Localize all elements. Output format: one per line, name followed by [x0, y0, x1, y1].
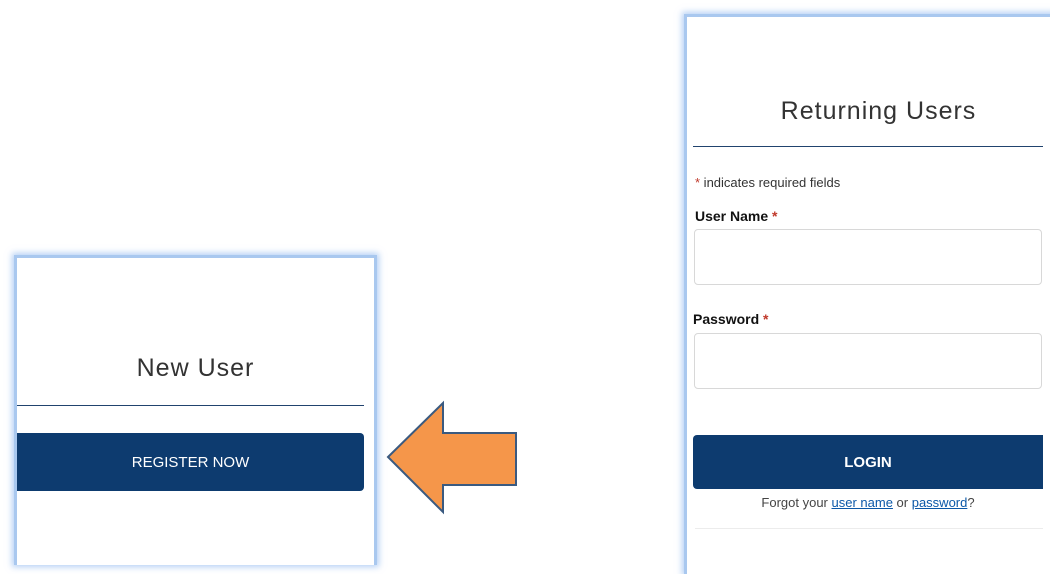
new-user-title: New User	[136, 354, 255, 382]
password-label-text: Password	[693, 311, 760, 327]
divider	[695, 528, 1043, 529]
login-button[interactable]: LOGIN	[693, 435, 1043, 489]
returning-users-title: Returning Users	[780, 97, 977, 125]
password-label: Password *	[693, 311, 768, 327]
username-input[interactable]	[694, 229, 1042, 285]
username-label: User Name *	[695, 208, 778, 224]
forgot-or: or	[892, 495, 912, 510]
forgot-username-link[interactable]: user name	[832, 495, 893, 510]
username-label-text: User Name	[695, 208, 769, 224]
required-note-text: indicates required fields	[700, 175, 841, 190]
new-user-panel: New User REGISTER NOW	[14, 255, 377, 565]
required-fields-note: * indicates required fields	[695, 175, 840, 190]
divider	[693, 146, 1043, 147]
returning-users-panel: Returning Users * indicates required fie…	[684, 14, 1050, 574]
required-star: *	[763, 311, 769, 327]
divider	[17, 405, 364, 406]
required-star: *	[772, 208, 778, 224]
password-input[interactable]	[694, 333, 1042, 389]
forgot-password-link[interactable]: password	[912, 495, 968, 510]
forgot-suffix: ?	[967, 495, 975, 510]
forgot-prefix: Forgot your	[761, 495, 832, 510]
forgot-credentials: Forgot your user name or password?	[693, 495, 1043, 510]
left-arrow-icon	[386, 400, 517, 515]
register-now-button[interactable]: REGISTER NOW	[17, 433, 364, 491]
